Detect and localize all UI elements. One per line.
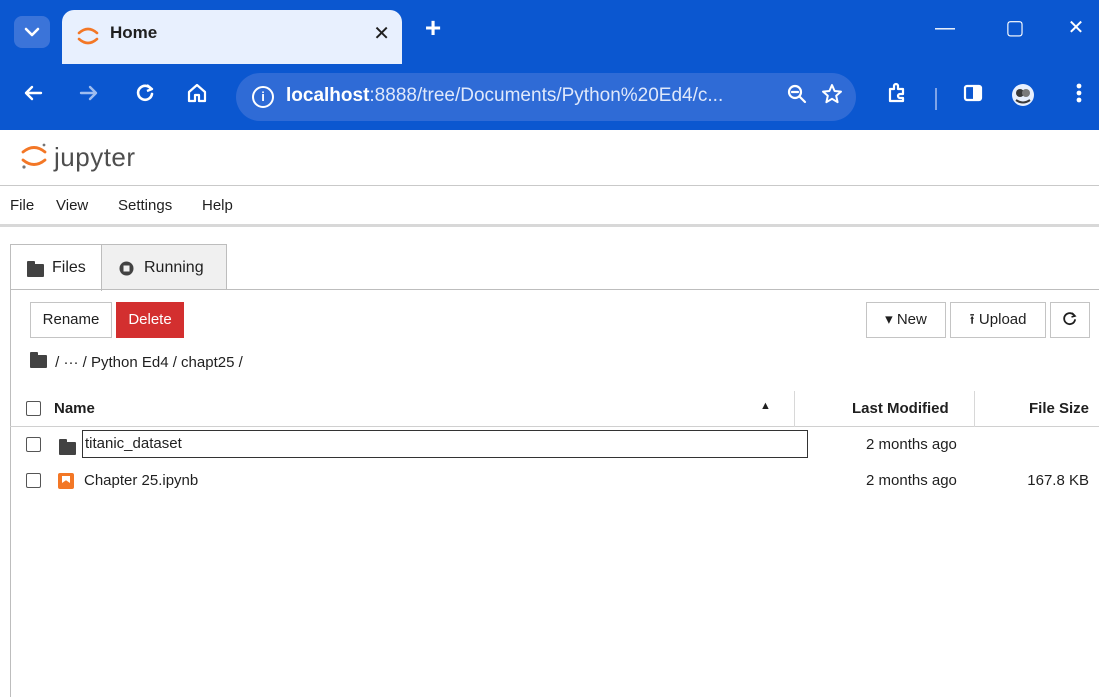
toolbar-divider	[935, 88, 937, 110]
rename-input-value[interactable]: titanic_dataset	[85, 435, 182, 452]
site-info-icon[interactable]: i	[252, 86, 274, 108]
refresh-icon	[1063, 312, 1077, 326]
column-last-modified[interactable]: Last Modified	[852, 400, 949, 417]
file-size: 167.8 KB	[1027, 472, 1089, 489]
breadcrumb-path[interactable]: / ··· / Python Ed4 / chapt25 /	[55, 354, 243, 371]
home-icon[interactable]	[182, 82, 212, 112]
menu-settings[interactable]: Settings	[118, 197, 172, 214]
jupyter-tabs: Files Running	[10, 240, 1099, 291]
folder-icon	[27, 261, 44, 281]
tab-running[interactable]: Running	[101, 244, 227, 290]
column-file-size[interactable]: File Size	[1029, 400, 1089, 417]
tab-search-button[interactable]	[14, 16, 50, 48]
delete-button[interactable]: Delete	[116, 302, 184, 338]
notebook-icon	[58, 473, 74, 489]
forward-icon[interactable]	[74, 82, 104, 112]
jupyter-wordmark[interactable]: jupyter	[54, 142, 136, 173]
tab-running-label: Running	[144, 259, 204, 276]
close-window-button[interactable]: ✕	[1053, 14, 1099, 44]
tab-title: Home	[110, 23, 158, 42]
tab-files[interactable]: Files	[10, 244, 102, 291]
minimize-button[interactable]: —	[922, 14, 968, 44]
tab-close-icon[interactable]: ✕	[373, 22, 390, 46]
side-panel-icon[interactable]	[958, 82, 988, 112]
tab-files-label: Files	[52, 259, 86, 276]
list-item-folder[interactable]: titanic_dataset 2 months ago	[10, 427, 1099, 463]
file-list-header: Name ▲ Last Modified File Size	[10, 391, 1099, 427]
sort-ascending-icon[interactable]: ▲	[760, 400, 771, 412]
chevron-down-icon	[24, 27, 40, 37]
profile-icon[interactable]	[1008, 82, 1038, 112]
menu-help[interactable]: Help	[202, 197, 233, 214]
row-checkbox[interactable]	[26, 437, 41, 452]
menu-bar: File View Settings Help	[0, 187, 1099, 227]
new-tab-button[interactable]: +	[418, 14, 448, 44]
star-icon[interactable]	[819, 83, 845, 109]
menu-view[interactable]: View	[56, 197, 88, 214]
select-all-checkbox[interactable]	[26, 401, 41, 416]
column-name[interactable]: Name	[54, 400, 95, 417]
folder-icon	[59, 439, 76, 459]
breadcrumb-folder-icon[interactable]	[30, 352, 47, 368]
browser-tab-home[interactable]: Home ✕	[62, 10, 402, 64]
url-text[interactable]: localhost:8888/tree/Documents/Python%20E…	[286, 85, 723, 107]
column-divider	[794, 391, 795, 427]
menu-file[interactable]: File	[10, 197, 34, 214]
browser-tab-strip: Home ✕ + — ▢ ✕	[0, 0, 1099, 64]
rename-input[interactable]: titanic_dataset	[82, 430, 808, 458]
file-modified: 2 months ago	[866, 472, 957, 489]
stop-circle-icon	[119, 261, 134, 276]
extensions-icon[interactable]	[882, 82, 912, 112]
upload-button[interactable]: ⭱ Upload	[950, 302, 1046, 338]
rename-button[interactable]: Rename	[30, 302, 112, 338]
jupyter-favicon	[77, 27, 99, 45]
file-modified: 2 months ago	[866, 436, 957, 453]
row-checkbox[interactable]	[26, 473, 41, 488]
refresh-button[interactable]	[1050, 302, 1090, 338]
new-button[interactable]: ▾ New	[866, 302, 946, 338]
kebab-menu-icon[interactable]	[1064, 82, 1094, 112]
zoom-icon[interactable]	[784, 83, 810, 109]
breadcrumb[interactable]: / ··· / Python Ed4 / chapt25 /	[30, 352, 243, 371]
jupyter-header: jupyter	[0, 130, 1099, 186]
maximize-button[interactable]: ▢	[992, 14, 1038, 44]
reload-icon[interactable]	[130, 82, 160, 112]
browser-toolbar: i localhost:8888/tree/Documents/Python%2…	[0, 64, 1099, 130]
list-item-notebook[interactable]: Chapter 25.ipynb 2 months ago 167.8 KB	[10, 463, 1099, 499]
jupyter-logo-icon[interactable]	[20, 140, 48, 172]
file-name[interactable]: Chapter 25.ipynb	[84, 472, 198, 489]
address-bar[interactable]: i localhost:8888/tree/Documents/Python%2…	[236, 73, 856, 121]
column-divider	[974, 391, 975, 427]
back-icon[interactable]	[18, 82, 48, 112]
